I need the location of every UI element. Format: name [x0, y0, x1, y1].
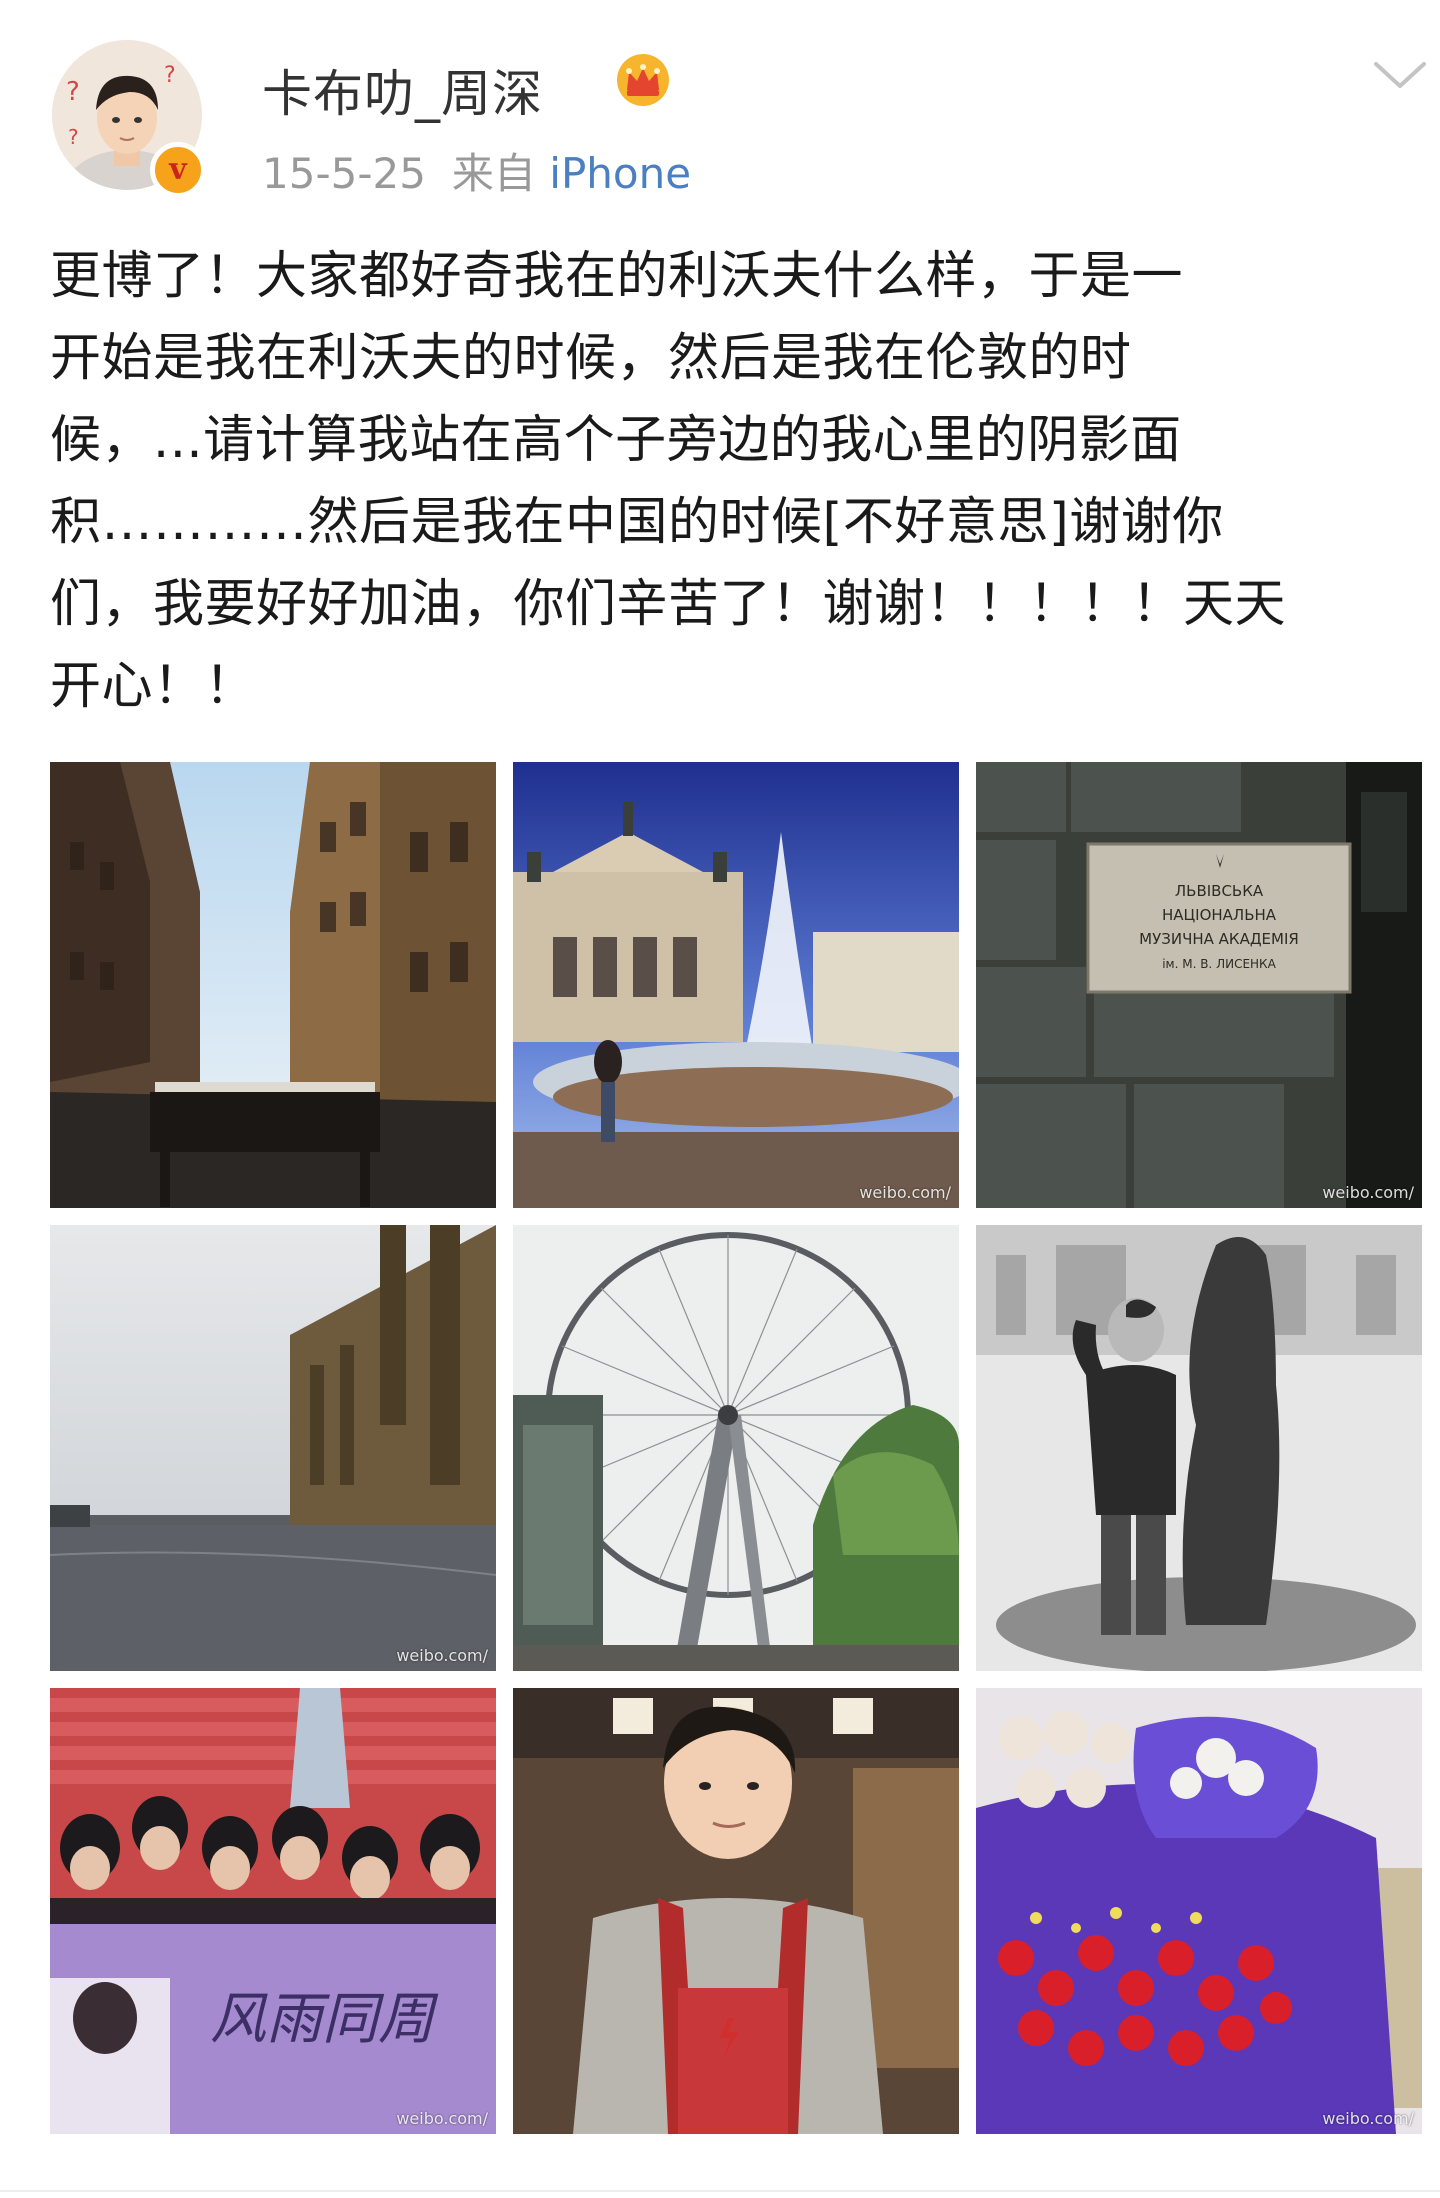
watermark: weibo.com/ — [396, 2109, 488, 2128]
post-date: 15-5-25 — [262, 149, 426, 198]
plaque-line-1: ЛЬВІВСЬКА — [1175, 882, 1264, 900]
post-text: 更博了！大家都好奇我在的利沃夫什么样，于是一 开始是我在利沃夫的时候，然后是我在… — [50, 236, 1420, 728]
photo-selfie-apron[interactable] — [513, 1688, 959, 2134]
plaque-line-2: НАЦІОНАЛЬНА — [1162, 906, 1277, 924]
photo-sketch-statue[interactable] — [976, 1225, 1422, 1671]
divider — [0, 2190, 1440, 2192]
verified-badge-label: v — [169, 152, 187, 187]
svg-text:?: ? — [68, 125, 79, 149]
post-text-line: 开始是我在利沃夫的时候，然后是我在伦敦的时 — [50, 329, 1132, 388]
post-text-line: 们，我要好好加油，你们辛苦了！谢谢！！！！！天天 — [50, 575, 1287, 634]
post-text-line: 更博了！大家都好奇我在的利沃夫什么样，于是一 — [50, 247, 1184, 306]
verified-badge: v — [150, 142, 206, 198]
svg-text:?: ? — [66, 77, 80, 107]
photo-london-thames[interactable]: weibo.com/ — [50, 1225, 496, 1671]
photo-lviv-street[interactable] — [50, 762, 496, 1208]
photo-flower-bouquet[interactable]: weibo.com/ — [976, 1688, 1422, 2134]
username[interactable]: 卡布叻_周深 — [262, 54, 543, 126]
crown-icon — [617, 54, 669, 106]
photo-opera-fountain[interactable]: weibo.com/ — [513, 762, 959, 1208]
plaque-line-4: ім. М. В. ЛИСЕНКА — [1162, 957, 1276, 971]
source-link[interactable]: iPhone — [549, 149, 691, 198]
post-text-line: 候，...请计算我站在高个子旁边的我心里的阴影面 — [50, 411, 1182, 470]
chevron-down-icon[interactable] — [1370, 58, 1430, 92]
watermark: weibo.com/ — [396, 1646, 488, 1665]
source-prefix: 来自 — [451, 149, 536, 198]
post-text-line: 积…………然后是我在中国的时候[不好意思]谢谢你 — [50, 493, 1224, 552]
svg-text:?: ? — [164, 63, 176, 88]
watermark: weibo.com/ — [1322, 1183, 1414, 1202]
banner-text: 风雨同周 — [210, 1987, 439, 2052]
post-meta: 15-5-25 来自 iPhone — [262, 140, 691, 201]
post-text-line: 开心！！ — [50, 657, 257, 716]
watermark: weibo.com/ — [859, 1183, 951, 1202]
photo-academy-plaque[interactable]: ЛЬВІВСЬКА НАЦІОНАЛЬНА МУЗИЧНА АКАДЕМІЯ і… — [976, 762, 1422, 1208]
photo-concert-fans[interactable]: 风雨同周 weibo.com/ — [50, 1688, 496, 2134]
plaque-line-3: МУЗИЧНА АКАДЕМІЯ — [1139, 930, 1299, 948]
watermark: weibo.com/ — [1322, 2109, 1414, 2128]
photo-london-eye[interactable] — [513, 1225, 959, 1671]
